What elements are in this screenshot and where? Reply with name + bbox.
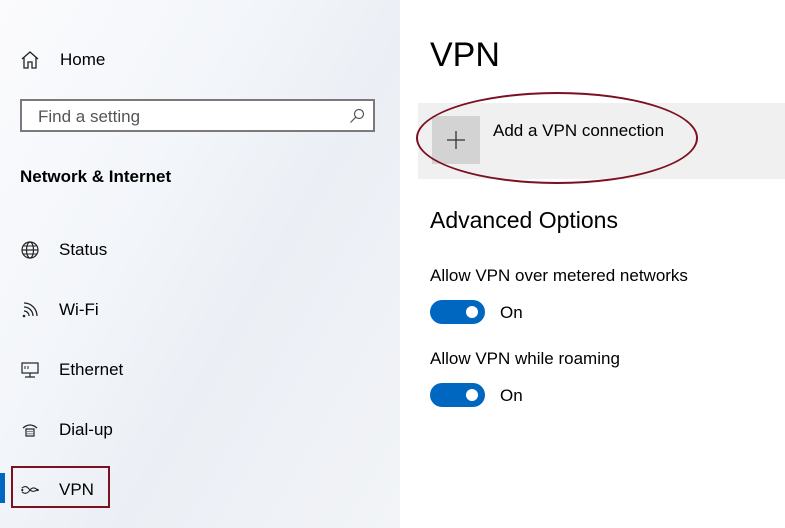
toggle-knob (466, 389, 478, 401)
globe-icon (20, 240, 40, 260)
wifi-icon (20, 300, 40, 320)
search-box[interactable] (20, 99, 375, 132)
page-title: VPN (430, 36, 500, 74)
sidebar-item-label: Dial-up (59, 420, 113, 439)
sidebar-item-ethernet[interactable]: Ethernet (0, 350, 380, 390)
search-icon[interactable] (349, 108, 365, 124)
roaming-state: On (500, 386, 523, 405)
search-input[interactable] (36, 101, 340, 132)
vpn-highlight-box (11, 466, 110, 508)
sidebar-item-label: Ethernet (59, 360, 124, 379)
sidebar-item-status[interactable]: Status (0, 230, 380, 270)
metered-networks-label: Allow VPN over metered networks (430, 266, 688, 285)
sidebar-item-home[interactable]: Home (0, 40, 380, 80)
sidebar: Home Network & Internet Status Wi-Fi Eth… (0, 0, 400, 528)
ethernet-icon (20, 360, 40, 380)
sidebar-item-wifi[interactable]: Wi-Fi (0, 290, 380, 330)
home-icon (20, 50, 40, 70)
add-vpn-highlight-ellipse (416, 92, 698, 184)
sidebar-item-label: Wi-Fi (59, 300, 99, 319)
metered-networks-toggle[interactable] (430, 300, 485, 324)
dialup-icon (20, 420, 40, 440)
sidebar-item-label: Home (60, 50, 106, 69)
roaming-toggle[interactable] (430, 383, 485, 407)
section-title: Network & Internet (20, 167, 172, 186)
sidebar-item-label: Status (59, 240, 108, 259)
toggle-knob (466, 306, 478, 318)
roaming-label: Allow VPN while roaming (430, 349, 620, 368)
metered-networks-state: On (500, 303, 523, 322)
sidebar-item-dialup[interactable]: Dial-up (0, 410, 380, 450)
main-content: VPN Add a VPN connection Advanced Option… (400, 0, 785, 528)
advanced-options-heading: Advanced Options (430, 207, 618, 233)
